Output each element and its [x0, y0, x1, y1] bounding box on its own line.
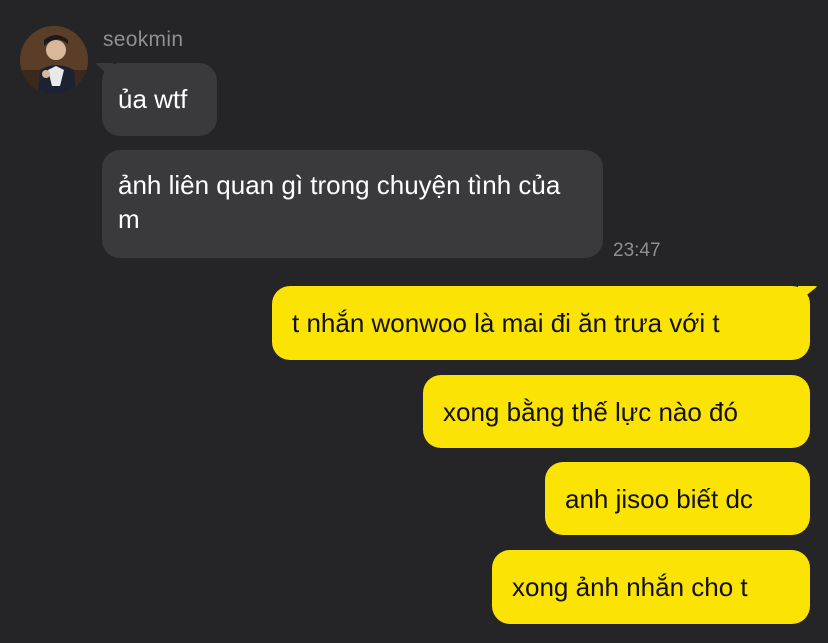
message-text: t nhắn wonwoo là mai đi ăn trưa với t — [292, 308, 720, 338]
message-text: ảnh liên quan gì trong chuyện tình của m — [118, 170, 561, 234]
outgoing-message[interactable]: anh jisoo biết dc — [545, 462, 810, 535]
incoming-message[interactable]: ảnh liên quan gì trong chuyện tình của m — [102, 150, 603, 258]
sender-avatar[interactable] — [20, 26, 88, 94]
message-timestamp: 23:47 — [613, 240, 661, 261]
outgoing-message[interactable]: xong ảnh nhắn cho t — [492, 550, 810, 624]
message-text: xong ảnh nhắn cho t — [512, 572, 748, 602]
profile-photo-icon — [20, 26, 88, 94]
sender-name: seokmin — [103, 28, 184, 51]
incoming-message[interactable]: ủa wtf — [102, 63, 217, 136]
outgoing-message[interactable]: t nhắn wonwoo là mai đi ăn trưa với t — [272, 286, 810, 360]
outgoing-message[interactable]: xong bằng thế lực nào đó — [423, 375, 810, 448]
message-text: ủa wtf — [118, 84, 188, 114]
message-text: xong bằng thế lực nào đó — [443, 397, 738, 427]
message-text: anh jisoo biết dc — [565, 484, 753, 514]
